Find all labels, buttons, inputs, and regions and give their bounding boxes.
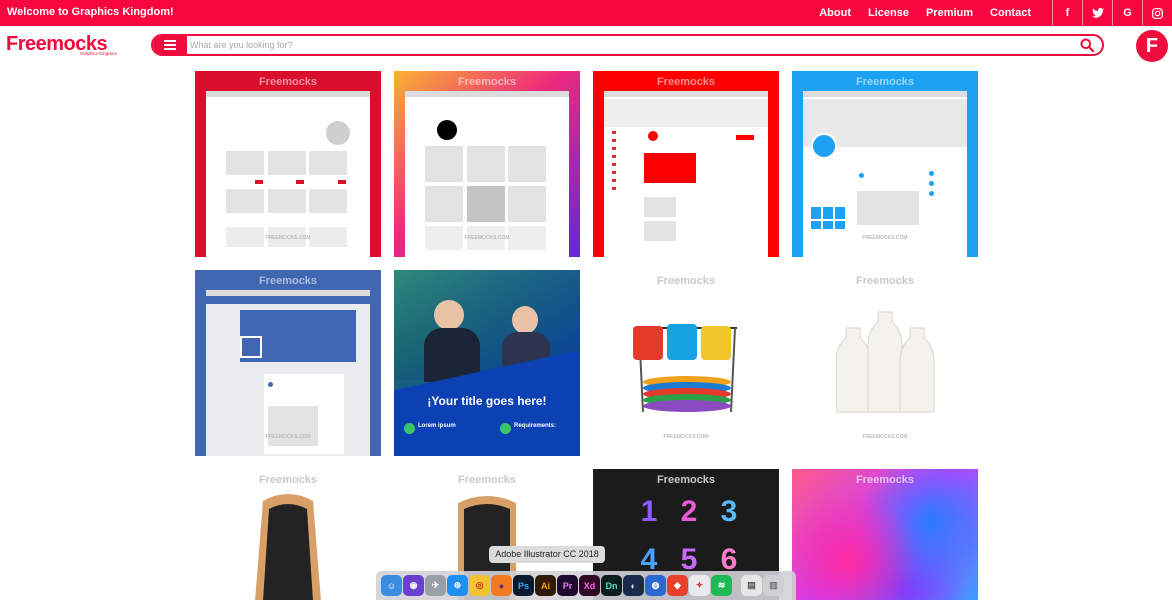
watermark: Freemocks [656, 474, 716, 486]
number-grid: 1 2 3 4 5 6 [629, 495, 749, 577]
avatar[interactable]: F [1136, 30, 1168, 62]
social-links: f G [1052, 0, 1172, 26]
site-header: Freemocks Graphics Kingdom F [0, 26, 1172, 64]
number-glyph: 1 [640, 495, 658, 528]
mockup-tile[interactable]: Freemocks FREEMOCKS.COM [195, 270, 381, 456]
mockup-preview [604, 91, 768, 257]
dock-app-xd-icon[interactable]: Xd [579, 575, 600, 596]
dock-app-cinema-icon[interactable]: ◐ [623, 575, 644, 596]
watermark: Freemocks [258, 275, 318, 287]
dock-app-firefox-icon[interactable]: ● [491, 575, 512, 596]
flyer-right-title: Requirements: [514, 423, 557, 429]
watermark: Freemocks [656, 275, 716, 287]
flyer-headline: ¡Your title goes here! [427, 394, 547, 408]
flyer-left-title: Lorem ipsum [418, 423, 456, 429]
dock-app-finder-icon[interactable]: ☺ [381, 575, 402, 596]
mockup-tile[interactable]: Freemocks [792, 469, 978, 600]
dock-app-trash-icon[interactable]: ▥ [763, 575, 784, 596]
facebook-icon[interactable]: f [1052, 0, 1082, 26]
dock-app-network-icon[interactable]: ◍ [645, 575, 666, 596]
watermark: Freemocks [855, 474, 915, 486]
twitter-icon[interactable] [1082, 0, 1112, 26]
site-footer-text: FREEMOCKS.COM [862, 235, 908, 241]
instagram-icon[interactable] [1142, 0, 1172, 26]
site-footer-text: FREEMOCKS.COM [862, 434, 908, 440]
dock-tooltip: Adobe Illustrator CC 2018 [489, 546, 605, 563]
mockup-preview [803, 91, 967, 257]
hamburger-line [164, 44, 176, 46]
mockup-tile[interactable]: Freemocks FREEMOCKS.COM [792, 71, 978, 257]
watermark: Freemocks [656, 76, 716, 88]
menu-button[interactable] [153, 36, 187, 54]
mockup-tile[interactable]: Freemocks FREEMOCKS.COM [195, 71, 381, 257]
site-footer-text: FREEMOCKS.COM [265, 434, 311, 440]
top-bar: Welcome to Graphics Kingdom! About Licen… [0, 0, 1172, 26]
nav-contact[interactable]: Contact [990, 7, 1031, 19]
dock-app-chrome-icon[interactable]: ◎ [469, 575, 490, 596]
nav-about[interactable]: About [819, 7, 851, 19]
mockup-tile[interactable]: Freemocks FREEMOCKS.COM [792, 270, 978, 456]
dock-app-launchpad-icon[interactable]: ✈ [425, 575, 446, 596]
mockup-tile[interactable]: Freemocks FREEMOCKS.COM [394, 71, 580, 257]
top-nav: About License Premium Contact f G [819, 0, 1172, 26]
dock-app-spotify-icon[interactable]: ≋ [711, 575, 732, 596]
mockup-tile[interactable]: Freemocks [195, 469, 381, 600]
search-icon[interactable] [1080, 38, 1094, 52]
dock-app-safari-icon[interactable]: ⊕ [447, 575, 468, 596]
dock-app-illustrator-icon[interactable]: Ai [535, 575, 556, 596]
product-illustration [836, 311, 935, 413]
dock-app-sketchup-icon[interactable]: ◆ [667, 575, 688, 596]
dock-app-dimension-icon[interactable]: Dn [601, 575, 622, 596]
watermark: Freemocks [855, 76, 915, 88]
dock-app-keynote-icon[interactable]: ✦ [689, 575, 710, 596]
nav-premium[interactable]: Premium [926, 7, 973, 19]
google-icon[interactable]: G [1112, 0, 1142, 26]
product-illustration [633, 324, 737, 413]
watermark: Freemocks [258, 76, 318, 88]
mockup-preview [206, 290, 370, 456]
mockup-tile[interactable]: ¡Your title goes here! Lorem ipsum Requi… [394, 270, 580, 456]
site-footer-text: FREEMOCKS.COM [464, 235, 510, 241]
number-glyph: 2 [680, 495, 698, 528]
hamburger-line [164, 40, 176, 42]
mockup-tile[interactable]: Freemocks [593, 71, 779, 257]
mockup-tile[interactable]: Freemocks FREEMOCKS.COM [593, 270, 779, 456]
site-footer-text: FREEMOCKS.COM [265, 235, 311, 241]
hamburger-line [164, 48, 176, 50]
mockup-preview [206, 91, 370, 257]
mockup-preview [405, 91, 569, 257]
dock-app-premiere-icon[interactable]: Pr [557, 575, 578, 596]
search-input[interactable] [190, 38, 1060, 52]
dock-app-siri-icon[interactable]: ◉ [403, 575, 424, 596]
site-footer-text: FREEMOCKS.COM [663, 434, 709, 440]
nav-license[interactable]: License [868, 7, 909, 19]
logo-tagline: Graphics Kingdom [80, 51, 118, 56]
dock-app-preview-icon[interactable]: ▤ [741, 575, 762, 596]
number-glyph: 3 [720, 495, 738, 528]
macos-dock: ☺ ◉ ✈ ⊕ ◎ ● Ps Ai Pr Xd Dn ◐ ◍ ◆ ✦ ≋ ▤ ▥ [376, 571, 796, 600]
product-illustration [255, 494, 321, 600]
watermark: Freemocks [457, 76, 517, 88]
search-bar [151, 34, 1104, 56]
dock-app-photoshop-icon[interactable]: Ps [513, 575, 534, 596]
watermark: Freemocks [258, 474, 318, 486]
watermark: Freemocks [855, 275, 915, 287]
welcome-text: Welcome to Graphics Kingdom! [7, 6, 174, 18]
watermark: Freemocks [457, 474, 517, 486]
